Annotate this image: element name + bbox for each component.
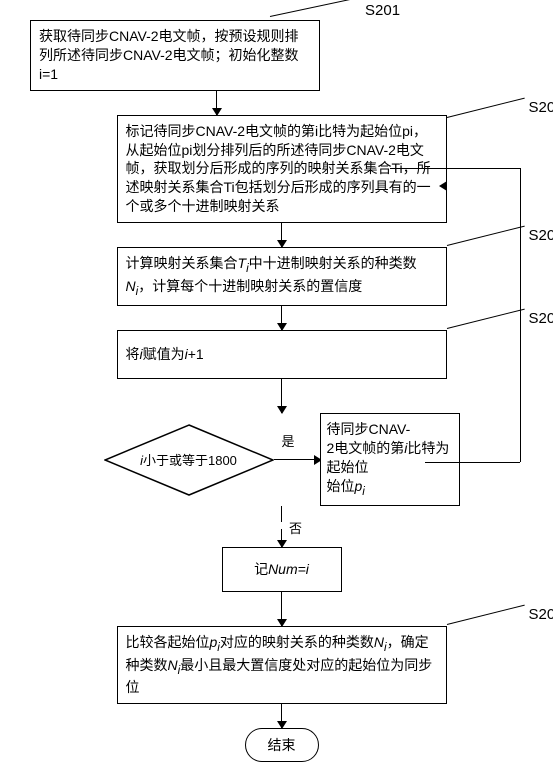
by-sub: i [362,485,365,498]
callout-line-s202 [446,97,524,117]
by-d: 始位 [327,478,355,494]
callout-s204: S204 [529,310,553,327]
yes-connector [274,459,314,460]
s205-a: 比较各起始位 [126,634,210,650]
callout-line-s205 [446,605,524,625]
step-s205: 比较各起始位pi对应的映射关系的种类数Ni，确定种类数Ni最小且最大置信度处对应… [117,626,447,704]
arrow [281,529,282,547]
dec-text: 小于或等于1800 [143,453,237,468]
step-s203: 计算映射关系集合Ti中十进制映射关系的种类数Ni，计算每个十进制映射关系的置信度 [117,247,447,306]
step-s202-text: 标记待同步CNAV-2电文帧的第i比特为起始位pi，从起始位pi划分排列后的所述… [126,123,431,215]
s204-b: 赋值为 [143,346,185,362]
record-box: 记Num=i [222,547,342,592]
callout-s201: S201 [365,2,400,19]
step-s201: 获取待同步CNAV-2电文帧，按预设规则排列所述待同步CNAV-2电文帧；初始化… [30,20,320,91]
connector [281,506,282,522]
by-a: 待同步CNAV- [327,421,411,437]
step-s201-text: 获取待同步CNAV-2电文帧，按预设规则排列所述待同步CNAV-2电文帧；初始化… [39,28,299,82]
branch-yes-box: 待同步CNAV- 2电文帧的第i比特为起始位 始位pi [320,413,460,506]
callout-s203: S203 [529,227,553,244]
label-yes: 是 [282,431,295,450]
flowchart: 获取待同步CNAV-2电文帧，按预设规则排列所述待同步CNAV-2电文帧；初始化… [30,20,533,762]
s203-b: 中十进制映射关系的种类数 [249,255,417,271]
s203-a: 计算映射关系集合 [126,255,238,271]
arrow [281,592,282,626]
decision-row: i小于或等于1800 是 待同步CNAV- 2电文帧的第i比特为起始位 始位pi [104,413,460,506]
step-s204: 将i赋值为i+1 [117,330,447,379]
s204-plus: +1 [188,346,204,362]
by-b: 2电文帧的第 [327,440,405,456]
s203-c: ，计算每个十进制映射关系的置信度 [138,278,362,294]
end-label: 结束 [268,737,296,753]
rec-a: 记 [254,561,268,577]
arrow [281,379,282,413]
callout-line-s203 [446,226,524,246]
arrow [281,223,282,247]
s205-b: 对应的映射关系的种类数 [220,634,374,650]
callout-s205: S205 [529,606,553,623]
s204-a: 将 [126,346,140,362]
arrow [216,91,217,115]
callout-line-s201 [270,0,358,17]
s205-N1: N [374,634,384,650]
decision: i小于或等于1800 [104,424,274,496]
rec-var: Num=i [268,561,309,577]
arrow [281,704,282,728]
label-no: 否 [289,518,302,537]
feedback-arrowhead [439,181,447,191]
s205-N2: N [168,657,178,673]
callout-s202: S202 [529,99,553,116]
terminator-end: 结束 [245,728,319,762]
arrow [281,306,282,330]
s203-N: N [126,278,136,294]
callout-line-s204 [446,309,524,329]
s203-T: T [238,255,247,271]
